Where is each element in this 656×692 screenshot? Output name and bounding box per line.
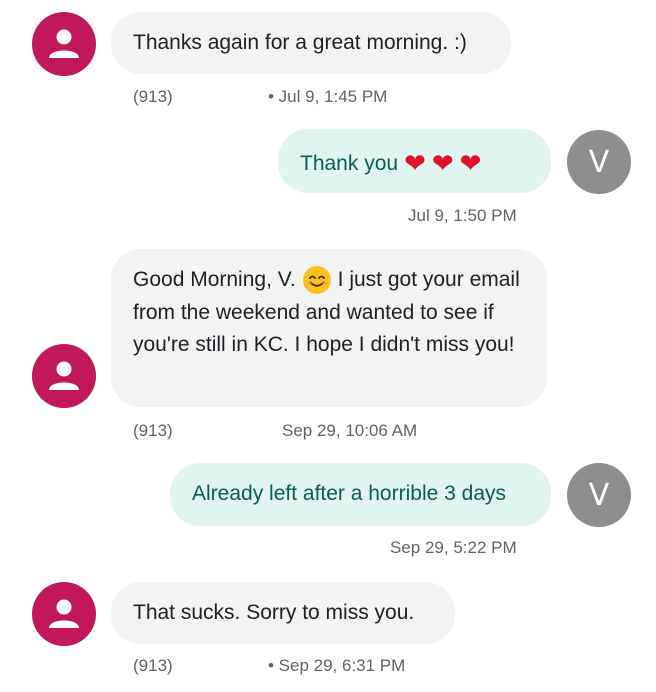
message-text: Good Morning, V. [133, 268, 296, 291]
sender-phone: (913) [133, 656, 173, 675]
contact-avatar[interactable] [32, 12, 96, 76]
my-avatar[interactable]: V [567, 130, 631, 194]
message-timestamp: Sep 29, 5:22 PM [390, 538, 517, 557]
person-icon [49, 361, 79, 390]
person-icon [49, 599, 79, 628]
message-timestamp: • Jul 9, 1:45 PM [268, 87, 388, 106]
message-timestamp: • Sep 29, 6:31 PM [268, 656, 406, 675]
message-text: Thanks again for a great morning. :) [133, 31, 467, 54]
message-timestamp: Sep 29, 10:06 AM [282, 421, 418, 440]
heart-emoji: ❤ [431, 148, 454, 178]
person-icon [49, 29, 79, 58]
contact-avatar[interactable] [32, 344, 96, 408]
contact-avatar[interactable] [32, 582, 96, 646]
message-timestamp: Jul 9, 1:50 PM [408, 206, 517, 225]
message-text: Thank you [300, 152, 399, 175]
heart-emoji: ❤ [459, 148, 482, 178]
message-bubble[interactable]: Already left after a horrible 3 days [170, 463, 551, 526]
message-text: That sucks. Sorry to miss you. [133, 601, 415, 624]
sender-phone: (913) [133, 421, 173, 440]
message-text: Already left after a horrible 3 days [192, 482, 506, 505]
heart-emoji: ❤ [404, 148, 426, 178]
message-bubble[interactable]: Thanks again for a great morning. :) [111, 12, 511, 74]
smiling-face-emoji [302, 266, 331, 295]
message-bubble[interactable]: Good Morning, V. I just got your email f… [111, 249, 547, 407]
message-bubble[interactable]: That sucks. Sorry to miss you. [111, 582, 455, 644]
message-bubble[interactable]: Thank you ❤ ❤ ❤ [278, 129, 551, 193]
sender-phone: (913) [133, 87, 173, 106]
my-avatar[interactable]: V [567, 463, 631, 527]
